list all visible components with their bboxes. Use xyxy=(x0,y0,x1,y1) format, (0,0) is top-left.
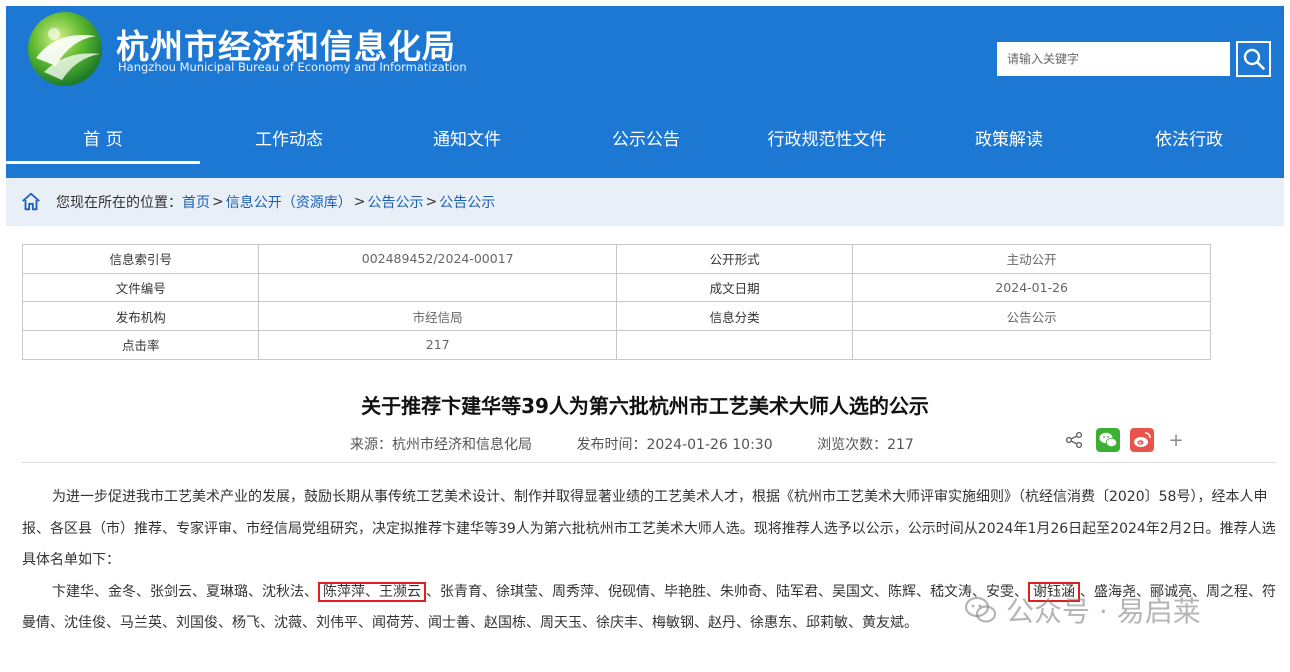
table-row: 发布机构 市经信局 信息分类 公告公示 xyxy=(21,301,1211,332)
breadcrumb-separator: > xyxy=(353,194,366,210)
info-value xyxy=(852,330,1211,360)
nav-item-announcements[interactable]: 公示公告 xyxy=(556,108,736,166)
nav-item-notices[interactable]: 通知文件 xyxy=(378,108,556,166)
divider xyxy=(22,462,1276,463)
breadcrumb-separator: > xyxy=(212,194,224,210)
site-subtitle: Hangzhou Municipal Bureau of Economy and… xyxy=(118,60,467,74)
info-value: 市经信局 xyxy=(258,301,617,332)
article-views: 浏览次数：217 xyxy=(817,437,914,453)
breadcrumb-prefix: 您现在所在的位置： xyxy=(56,195,182,211)
breadcrumb-separator: > xyxy=(425,194,438,210)
share-bar: + xyxy=(1062,428,1188,452)
breadcrumb: 您现在所在的位置： 首页 > 信息公开（资源库） > 公告公示 > 公告公示 xyxy=(6,178,1284,226)
more-share-button[interactable]: + xyxy=(1164,428,1188,452)
info-value: 主动公开 xyxy=(852,244,1211,274)
nav-item-home[interactable]: 首 页 xyxy=(6,108,200,166)
weibo-icon[interactable] xyxy=(1130,428,1154,452)
share-icon[interactable] xyxy=(1062,428,1086,452)
info-value xyxy=(258,272,617,303)
logo-icon[interactable] xyxy=(26,10,104,88)
site-header: 杭州市经济和信息化局 Hangzhou Municipal Bureau of … xyxy=(6,6,1284,178)
breadcrumb-announcements-current[interactable]: 公告公示 xyxy=(439,192,495,212)
nav-item-regulations[interactable]: 行政规范性文件 xyxy=(736,108,918,166)
nav-item-law-admin[interactable]: 依法行政 xyxy=(1100,108,1278,166)
wechat-icon[interactable] xyxy=(1096,428,1120,452)
info-label xyxy=(615,330,854,360)
search-button[interactable] xyxy=(1236,41,1271,77)
search-input[interactable] xyxy=(997,42,1230,76)
name-list-text: 、张青育、徐琪莹、周秀萍、倪砚倩、毕艳胜、朱帅奇、陆军君、吴国文、陈辉、嵇文涛、… xyxy=(426,583,1028,600)
info-label: 发布机构 xyxy=(21,301,260,332)
info-label: 成文日期 xyxy=(615,272,854,303)
article-meta: 来源：杭州市经济和信息化局 发布时间：2024-01-26 10:30 浏览次数… xyxy=(350,434,954,454)
main-nav: 首 页 工作动态 通知文件 公示公告 行政规范性文件 政策解读 依法行政 xyxy=(6,108,1284,166)
highlighted-names: 谢钰涵 xyxy=(1028,581,1080,602)
breadcrumb-home[interactable]: 首页 xyxy=(182,192,210,212)
breadcrumb-info-disclosure[interactable]: 信息公开（资源库） xyxy=(226,192,352,212)
article-body: 为进一步促进我市工艺美术产业的发展，鼓励长期从事传统工艺美术设计、制作并取得显著… xyxy=(22,482,1276,640)
highlighted-names: 陈萍萍、王濒云 xyxy=(318,581,426,602)
info-label: 点击率 xyxy=(21,330,260,360)
nav-item-policy-interpretation[interactable]: 政策解读 xyxy=(918,108,1100,166)
name-list-text: 卞建华、金冬、张剑云、夏琳璐、沈秋法、 xyxy=(52,583,318,600)
table-row: 点击率 217 xyxy=(21,330,1211,360)
nav-item-work-news[interactable]: 工作动态 xyxy=(200,108,378,166)
info-label: 文件编号 xyxy=(21,272,260,303)
info-value: 002489452/2024-00017 xyxy=(258,244,617,274)
info-label: 公开形式 xyxy=(615,244,854,274)
article-paragraph: 为进一步促进我市工艺美术产业的发展，鼓励长期从事传统工艺美术设计、制作并取得显著… xyxy=(22,489,1276,568)
info-label: 信息分类 xyxy=(615,301,854,332)
table-row: 文件编号 成文日期 2024-01-26 xyxy=(21,272,1211,303)
article-title: 关于推荐卞建华等39人为第六批杭州市工艺美术大师人选的公示 xyxy=(361,394,929,418)
info-label: 信息索引号 xyxy=(21,244,260,274)
article-source: 来源：杭州市经济和信息化局 xyxy=(350,437,532,453)
search-icon xyxy=(1243,48,1265,70)
home-icon[interactable] xyxy=(20,191,42,213)
name-list: 卞建华、金冬、张剑云、夏琳璐、沈秋法、 陈萍萍、王濒云 、张青育、徐琪莹、周秀萍、倪… xyxy=(22,577,1276,640)
info-table: 信息索引号 002489452/2024-00017 公开形式 主动公开 文件编… xyxy=(21,244,1211,360)
article-publish-time: 发布时间：2024-01-26 10:30 xyxy=(576,437,773,453)
info-value: 公告公示 xyxy=(852,301,1211,332)
breadcrumb-announcements[interactable]: 公告公示 xyxy=(367,192,423,212)
info-value: 217 xyxy=(258,330,617,360)
table-row: 信息索引号 002489452/2024-00017 公开形式 主动公开 xyxy=(21,244,1211,274)
info-value: 2024-01-26 xyxy=(852,272,1211,303)
